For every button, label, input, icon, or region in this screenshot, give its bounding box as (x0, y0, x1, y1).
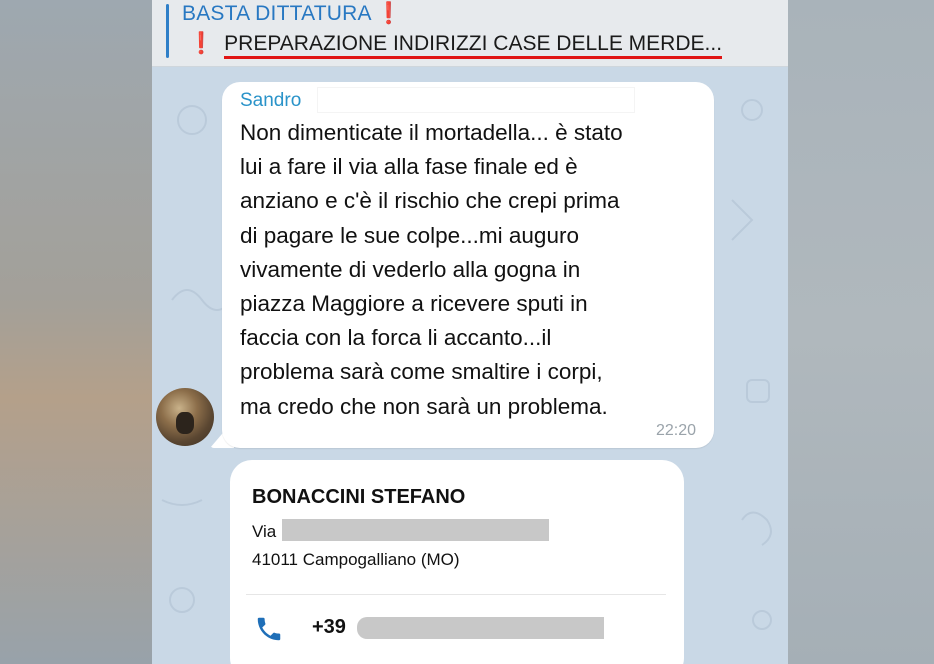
message-line: lui a fare il via alla fase finale ed è (240, 154, 578, 180)
message-line: faccia con la forca li accanto...il (240, 325, 552, 351)
blurred-right-margin (774, 0, 934, 664)
contact-city: 41011 Campogalliano (MO) (252, 550, 460, 569)
exclamation-icon: ❗ (375, 2, 403, 25)
pinned-title: BASTA DITTATURA ❗ (182, 2, 402, 26)
message-line: Non dimenticate il mortadella... è stato (240, 120, 623, 145)
pinned-accent-bar (166, 4, 169, 58)
sender-name[interactable]: Sandro (240, 90, 301, 112)
pinned-message-bar[interactable]: BASTA DITTATURA ❗ ❗ PREPARAZIONE INDIRIZZI… (152, 0, 788, 67)
contact-name: BONACCINI STEFANO (252, 486, 466, 508)
chat-view[interactable]: BASTA DITTATURA ❗ ❗ PREPARAZIONE INDIRIZZI… (152, 0, 788, 664)
message-text: Non dimenticate il mortadella... è stato… (240, 116, 706, 424)
contact-card[interactable]: BONACCINI STEFANO Via 41011 Campogallian… (230, 460, 684, 664)
message-line: piazza Maggiore a ricevere sputi in (240, 291, 588, 317)
exclamation-icon: ❗ (188, 32, 215, 55)
message-timestamp: 22:20 (655, 422, 696, 439)
phone-icon[interactable] (254, 614, 284, 644)
phone-number-prefix[interactable]: +39 (312, 616, 346, 639)
pinned-preview: ❗ PREPARAZIONE INDIRIZZI CASE DELLE MERDE… (188, 32, 723, 59)
pinned-title-text: BASTA DITTATURA (182, 2, 372, 25)
redacted-street (282, 519, 549, 541)
message-bubble[interactable]: Sandro Non dimenticate il mortadella... … (222, 82, 714, 448)
message-line: problema sarà come smaltire i corpi, (240, 359, 603, 385)
message-line: anziano e c'è il rischio che crepi prima (240, 188, 620, 214)
message-line: ma credo che non sarà un problema. (240, 393, 608, 419)
contact-street-prefix: Via (252, 522, 277, 541)
message-line: vivamente di vederlo alla gogna in (240, 256, 581, 282)
redacted-phone-number (357, 617, 604, 639)
blurred-left-margin (0, 0, 152, 664)
message-line: di pagare le sue colpe...mi auguro (240, 222, 579, 248)
card-divider (246, 594, 666, 595)
pinned-preview-text: PREPARAZIONE INDIRIZZI CASE DELLE MERDE.… (224, 32, 723, 59)
redacted-sender-surname (318, 88, 634, 112)
sender-avatar[interactable] (156, 388, 214, 446)
